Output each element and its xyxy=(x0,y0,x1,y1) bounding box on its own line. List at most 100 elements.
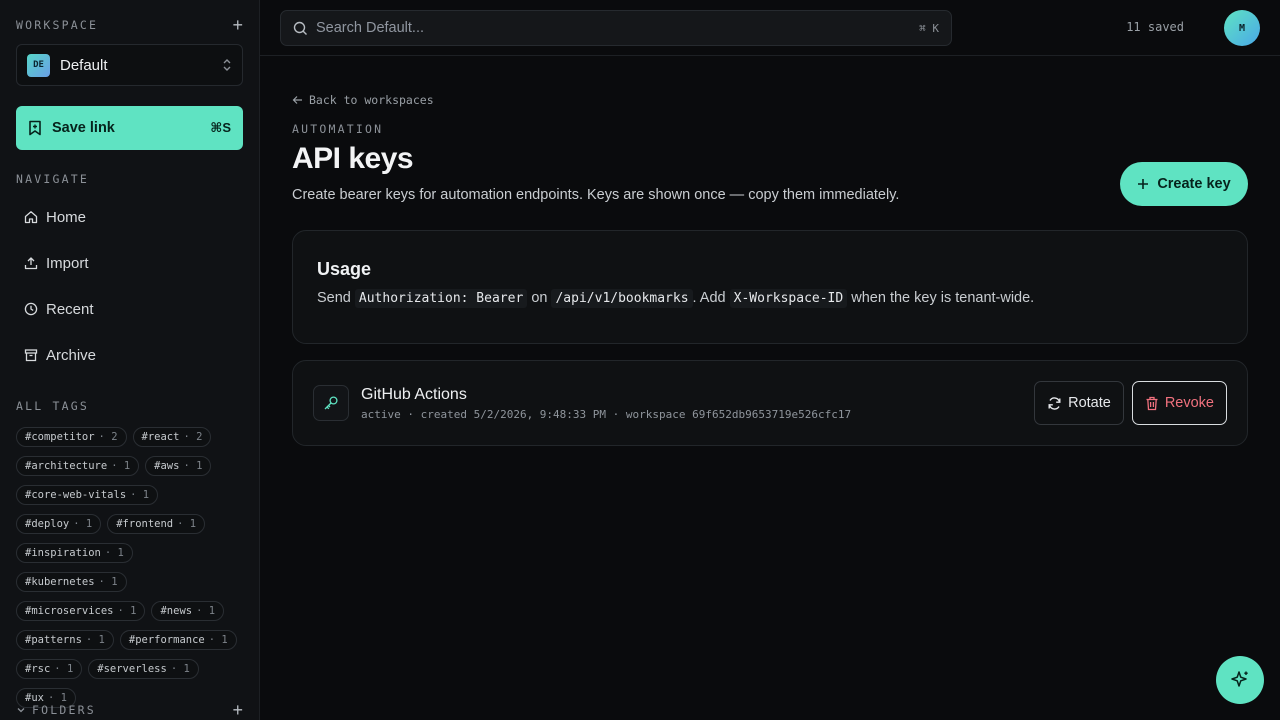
tag-chip[interactable]: #news · 1 xyxy=(151,601,225,621)
tag-count: · 1 xyxy=(208,634,228,646)
tag-chip[interactable]: #kubernetes · 1 xyxy=(16,572,127,592)
tag-name: #inspiration xyxy=(25,547,101,559)
tag-name: #core-web-vitals xyxy=(25,489,127,501)
usage-text-part: on xyxy=(531,290,548,306)
save-link-button[interactable]: Save link ⌘S xyxy=(16,106,243,150)
key-name: GitHub Actions xyxy=(361,385,467,403)
tag-name: #react xyxy=(141,431,180,443)
page-eyebrow: AUTOMATION xyxy=(292,122,384,136)
tag-name: #architecture xyxy=(25,460,108,472)
tag-count: · 1 xyxy=(54,663,74,675)
folders-header[interactable]: Folders + xyxy=(16,701,243,719)
add-folder-icon[interactable]: + xyxy=(232,701,243,719)
tag-name: #microservices xyxy=(25,605,114,617)
tag-count: · 1 xyxy=(170,663,190,675)
workspace-header-code: X-Workspace-ID xyxy=(729,289,848,308)
tag-chip[interactable]: #patterns · 1 xyxy=(16,630,114,650)
key-info: GitHub Actions active · created 5/2/2026… xyxy=(361,386,1034,421)
tag-chip[interactable]: #serverless · 1 xyxy=(88,659,199,679)
auth-header-code: Authorization: Bearer xyxy=(354,289,528,308)
sidebar-item-label: Recent xyxy=(46,300,94,318)
trash-icon xyxy=(1146,396,1158,410)
tag-name: #aws xyxy=(154,460,180,472)
key-icon xyxy=(313,385,349,421)
sidebar-item-import[interactable]: Import xyxy=(16,240,243,286)
arrow-left-icon xyxy=(292,96,302,104)
bookmark-icon xyxy=(29,120,41,136)
page-title: API keys xyxy=(292,142,414,175)
tag-count: · 1 xyxy=(177,518,197,530)
endpoint-code: /api/v1/bookmarks xyxy=(551,289,693,308)
chevron-updown-icon xyxy=(222,58,232,72)
tag-count: · 2 xyxy=(98,431,118,443)
tag-count: · 1 xyxy=(196,605,216,617)
upload-icon xyxy=(24,257,38,270)
topbar: ⌘ K 11 saved M xyxy=(260,0,1280,56)
refresh-icon xyxy=(1048,396,1061,410)
folders-toggle[interactable]: Folders xyxy=(16,703,96,717)
tag-chip[interactable]: #deploy · 1 xyxy=(16,514,102,534)
revoke-button[interactable]: Revoke xyxy=(1131,381,1227,425)
search-shortcut: ⌘ K xyxy=(919,21,939,35)
create-key-label: Create key xyxy=(1157,176,1231,192)
tag-name: #rsc xyxy=(25,663,51,675)
tag-chip[interactable]: #inspiration · 1 xyxy=(16,543,133,563)
back-link[interactable]: Back to workspaces xyxy=(292,93,434,107)
sidebar-item-home[interactable]: Home xyxy=(16,194,243,240)
workspace-name: Default xyxy=(60,56,108,74)
tag-count: · 1 xyxy=(85,634,105,646)
tag-count: · 1 xyxy=(98,576,118,588)
tag-chip[interactable]: #rsc · 1 xyxy=(16,659,83,679)
tags-section-label: ALL TAGS xyxy=(16,399,89,413)
create-key-button[interactable]: Create key xyxy=(1120,162,1248,206)
usage-text-part: . Add xyxy=(692,290,726,306)
folders-label: Folders xyxy=(32,703,96,717)
usage-heading: Usage xyxy=(317,259,372,279)
tag-count: · 1 xyxy=(104,547,124,559)
chevron-down-icon xyxy=(17,708,25,713)
sidebar: WORKSPACE + DE Default Save link ⌘S NAVI… xyxy=(0,0,260,720)
tag-count: · 1 xyxy=(73,518,93,530)
navigate-section-label: NAVIGATE xyxy=(16,172,89,186)
tag-chip[interactable]: #aws · 1 xyxy=(145,456,212,476)
workspace-badge: DE xyxy=(27,53,50,77)
workspace-selector[interactable]: DE Default xyxy=(16,44,243,86)
avatar[interactable]: M xyxy=(1224,10,1260,46)
tag-name: #deploy xyxy=(25,518,70,530)
usage-text: Send Authorization: Bearer on /api/v1/bo… xyxy=(317,288,1223,309)
tag-chip[interactable]: #architecture · 1 xyxy=(16,456,140,476)
add-workspace-icon[interactable]: + xyxy=(232,16,243,34)
sidebar-nav: Home Import Recent Archive xyxy=(16,194,243,378)
rotate-button[interactable]: Rotate xyxy=(1034,381,1124,425)
api-key-row: GitHub Actions active · created 5/2/2026… xyxy=(292,360,1248,446)
page-subtitle: Create bearer keys for automation endpoi… xyxy=(292,187,900,203)
tag-chip[interactable]: #react · 2 xyxy=(132,427,212,447)
home-icon xyxy=(24,211,38,224)
tag-name: #news xyxy=(160,605,193,617)
rotate-label: Rotate xyxy=(1068,395,1111,411)
tag-chip[interactable]: #core-web-vitals · 1 xyxy=(16,485,159,505)
search-bar[interactable]: ⌘ K xyxy=(280,10,952,46)
tag-chip[interactable]: #performance · 1 xyxy=(119,630,237,650)
usage-text-part: when the key is tenant-wide. xyxy=(851,290,1035,306)
archive-icon xyxy=(24,349,38,362)
clock-icon xyxy=(24,302,38,316)
tag-list: #competitor · 2 #react · 2 #architecture · 1 #… xyxy=(16,427,246,708)
sidebar-item-archive[interactable]: Archive xyxy=(16,332,243,378)
saved-count: 11 saved xyxy=(1126,20,1184,34)
tag-chip[interactable]: #frontend · 1 xyxy=(107,514,206,534)
ai-assistant-button[interactable] xyxy=(1216,656,1264,704)
back-link-label: Back to workspaces xyxy=(309,93,434,107)
search-input[interactable] xyxy=(316,20,920,36)
tag-chip[interactable]: #competitor · 2 xyxy=(16,427,127,447)
tag-count: · 1 xyxy=(183,460,203,472)
tag-name: #kubernetes xyxy=(25,576,95,588)
tag-name: #serverless xyxy=(97,663,167,675)
usage-card: Usage Send Authorization: Bearer on /api… xyxy=(292,230,1248,344)
sparkle-icon xyxy=(1231,671,1248,687)
plus-icon xyxy=(1138,179,1149,189)
sidebar-item-recent[interactable]: Recent xyxy=(16,286,243,332)
tag-chip[interactable]: #microservices · 1 xyxy=(16,601,146,621)
tag-name: #performance xyxy=(128,634,205,646)
sidebar-item-label: Home xyxy=(46,208,87,226)
